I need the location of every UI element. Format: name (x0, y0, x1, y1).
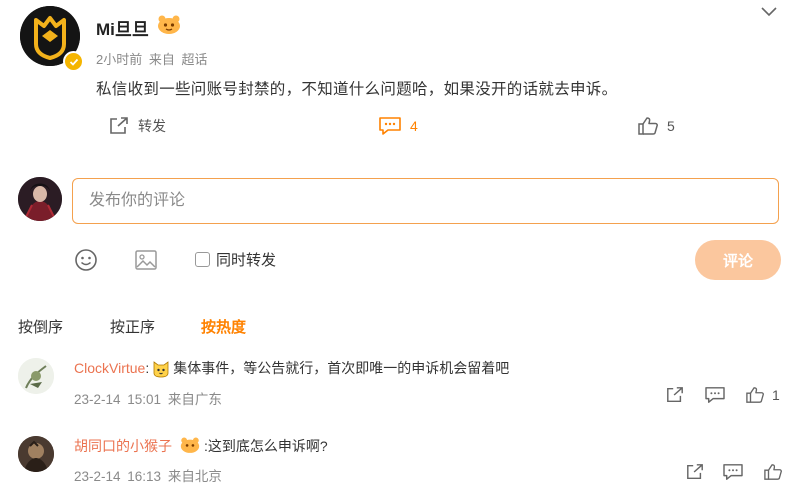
comment-icon[interactable] (704, 385, 726, 405)
commenter-avatar[interactable] (18, 358, 54, 394)
thumbs-up-icon[interactable] (762, 462, 784, 482)
verified-badge-icon (63, 51, 84, 72)
tab-sort-reverse[interactable]: 按倒序 (18, 316, 63, 337)
comment-count: 4 (410, 118, 418, 134)
comment-text: 集体事件，等公告就行，首次即唯一的申诉机会留着吧 (173, 360, 510, 376)
share-icon[interactable] (684, 462, 706, 482)
repost-button[interactable]: 转发 (108, 116, 166, 136)
comment-input[interactable] (73, 179, 778, 223)
comment-meta: 23-2-14 16:13 来自北京 (74, 465, 222, 485)
comment-username[interactable]: ClockVirtue (74, 360, 145, 376)
comment-time: 23-2-14 15:01 (74, 392, 162, 407)
vip-badge-icon (157, 14, 181, 35)
current-user-avatar[interactable] (18, 177, 62, 221)
tab-sort-hot[interactable]: 按热度 (201, 316, 246, 337)
post-text: 私信收到一些问账号封禁的，不知道什么问题哈，如果没开的话就去申诉。 (96, 81, 618, 98)
smiley-icon[interactable] (74, 248, 98, 272)
comment-location: 来自广东 (167, 392, 222, 407)
repost-option-label: 同时转发 (216, 252, 277, 269)
share-icon (108, 116, 130, 136)
comment-line: 胡同口的小猴子 : 这到底怎么申诉啊? (74, 436, 328, 456)
post-time: 2小时前 (96, 52, 143, 67)
comment-input-box[interactable] (72, 178, 779, 224)
repost-checkbox[interactable] (195, 252, 210, 267)
author-name[interactable]: Mi旦旦 (96, 15, 149, 40)
tab-sort-forward[interactable]: 按正序 (110, 316, 155, 337)
thumbs-up-icon[interactable] (744, 385, 766, 405)
share-icon[interactable] (664, 385, 686, 405)
like-count: 5 (667, 118, 675, 134)
post-meta: 2小时前 来自 超话 (96, 49, 207, 68)
comment-text: 这到底怎么申诉啊? (207, 438, 328, 454)
comment-icon (378, 116, 402, 136)
post-source[interactable]: 来自 超话 (149, 52, 208, 67)
comment-separator: : (145, 360, 150, 376)
comment-like-count: 1 (772, 387, 780, 403)
image-icon[interactable] (134, 248, 158, 272)
comment-meta: 23-2-14 15:01 来自广东 (74, 388, 222, 408)
comment-button[interactable]: 4 (378, 116, 418, 136)
vip-badge-icon (180, 436, 200, 456)
cat-emoji-icon (151, 358, 171, 378)
comment-username[interactable]: 胡同口的小猴子 (74, 436, 172, 456)
thumbs-up-icon (637, 116, 659, 136)
chevron-down-icon[interactable] (760, 4, 778, 18)
comment-location: 来自北京 (167, 469, 222, 484)
comment-time: 23-2-14 16:13 (74, 469, 162, 484)
repost-label: 转发 (138, 118, 166, 134)
repost-option[interactable]: 同时转发 (195, 249, 276, 270)
comment-icon[interactable] (722, 462, 744, 482)
like-button[interactable]: 5 (637, 116, 675, 136)
submit-comment-button[interactable]: 评论 (695, 240, 781, 280)
comment-line: ClockVirtue : 集体事件，等公告就行，首次即唯一的申诉机会留着吧 (74, 358, 509, 378)
commenter-avatar[interactable] (18, 436, 54, 472)
